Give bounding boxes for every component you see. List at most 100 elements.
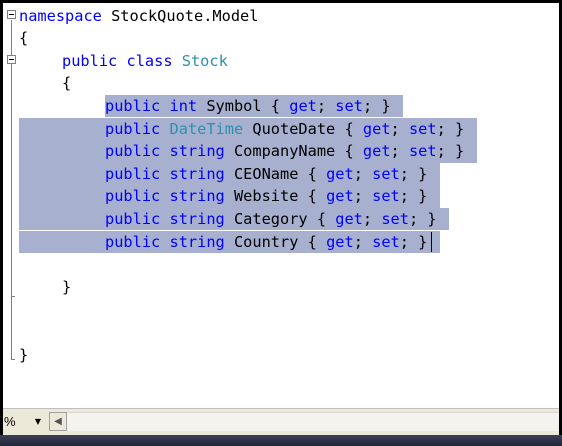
text-token: } [62, 277, 72, 296]
text-token: ; } [436, 119, 465, 138]
code-line[interactable] [3, 298, 559, 321]
keyword-token: public [105, 232, 161, 251]
keyword-token: public [62, 51, 118, 70]
code-line[interactable]: public string Country { get; set; } [3, 230, 559, 254]
keyword-token: public [105, 96, 161, 115]
keyword-token: namespace [19, 6, 102, 25]
collapse-class-icon[interactable] [7, 55, 16, 64]
scroll-left-icon[interactable]: ◀ [49, 412, 67, 431]
editor-bottom-bar: % ▼ ◀ [3, 408, 559, 435]
outline-guide-namespace [11, 20, 12, 359]
code-line[interactable]: public string CEOName { get; set; } [3, 162, 559, 186]
text-token: ; [353, 187, 373, 206]
keyword-token: string [169, 142, 225, 161]
code-text: public string CompanyName { get; set; } [105, 140, 464, 163]
horizontal-scrollbar[interactable] [67, 412, 559, 431]
code-line[interactable]: } [3, 344, 559, 367]
code-line[interactable]: namespace StockQuote.Model [3, 5, 559, 28]
text-token: ; [362, 209, 382, 228]
code-text: namespace StockQuote.Model [19, 5, 258, 28]
keyword-token: public [105, 209, 161, 228]
keyword-token: public [105, 119, 161, 138]
keyword-token: set [335, 96, 363, 115]
text-token: { [62, 74, 72, 93]
text-token: ; [390, 142, 409, 161]
code-text: { [62, 72, 71, 95]
text-token: ; } [362, 96, 391, 115]
keyword-token: get [326, 232, 354, 251]
code-text: public string Website { get; set; } [105, 185, 427, 208]
keyword-token: set [381, 209, 409, 228]
window-frame: namespace StockQuote.Model{public class … [0, 0, 562, 446]
text-token: ; } [408, 209, 437, 228]
chevron-down-icon[interactable]: ▼ [30, 415, 46, 429]
keyword-token: int [169, 96, 198, 115]
text-token: ; } [399, 164, 428, 183]
code-text: public string Category { get; set; } [105, 208, 437, 231]
type-token: DateTime [169, 119, 244, 138]
text-token: ; } [436, 142, 465, 161]
code-text: { [19, 27, 28, 50]
code-text: public class Stock [62, 50, 228, 73]
code-line[interactable]: public string CompanyName { get; set; } [3, 140, 559, 163]
keyword-token: set [372, 232, 400, 251]
keyword-token: string [169, 164, 225, 183]
code-line[interactable]: { [3, 27, 559, 50]
text-token: ; } [399, 187, 428, 206]
keyword-token: set [372, 187, 400, 206]
keyword-token: get [326, 164, 354, 183]
code-line[interactable] [3, 253, 559, 276]
text-token: } [19, 345, 29, 364]
keyword-token: public [105, 164, 161, 183]
text-token: ; [353, 164, 373, 183]
outline-end-namespace [11, 359, 15, 360]
keyword-token: class [126, 51, 173, 70]
code-text: } [19, 344, 28, 367]
text-token: ; } [399, 232, 428, 251]
text-token: ; [316, 96, 336, 115]
keyword-token: get [362, 142, 391, 161]
code-line[interactable]: { [3, 72, 559, 95]
keyword-token: string [169, 187, 225, 206]
text-token: ; [390, 119, 409, 138]
type-token: Stock [181, 51, 228, 70]
keyword-token: get [289, 96, 317, 115]
keyword-token: get [362, 119, 391, 138]
code-lines: namespace StockQuote.Model{public class … [3, 3, 559, 408]
code-text: public string CEOName { get; set; } [105, 163, 427, 186]
code-line[interactable]: public string Category { get; set; } [3, 207, 559, 231]
text-caret [430, 231, 432, 253]
collapse-namespace-icon[interactable] [7, 10, 16, 19]
zoom-level: % [4, 414, 16, 429]
code-text: public int Symbol { get; set; } [105, 95, 391, 118]
outline-end-class [11, 296, 15, 297]
text-token: QuoteDate { [243, 119, 363, 138]
text-token: StockQuote.Model [101, 6, 259, 25]
code-editor[interactable]: namespace StockQuote.Model{public class … [3, 3, 559, 408]
keyword-token: get [335, 209, 363, 228]
text-token: Website { [224, 187, 327, 206]
keyword-token: set [372, 164, 400, 183]
code-text: public string Country { get; set; } [105, 231, 427, 254]
text-token: CompanyName { [224, 142, 363, 161]
code-text: } [62, 276, 71, 299]
code-line[interactable] [3, 321, 559, 344]
text-token: Category { [224, 209, 336, 228]
text-token: Symbol { [197, 96, 290, 115]
text-token: ; [353, 232, 373, 251]
code-line[interactable]: public int Symbol { get; set; } [3, 94, 559, 118]
text-token: { [19, 29, 29, 48]
keyword-token: string [169, 232, 225, 251]
keyword-token: string [169, 209, 225, 228]
code-text: public DateTime QuoteDate { get; set; } [105, 118, 464, 141]
keyword-token: set [408, 119, 437, 138]
keyword-token: set [408, 142, 437, 161]
window-bottom-edge [0, 435, 562, 446]
code-line[interactable]: public DateTime QuoteDate { get; set; } [3, 117, 559, 141]
code-line[interactable]: } [3, 276, 559, 299]
keyword-token: public [105, 142, 161, 161]
code-line[interactable]: public string Website { get; set; } [3, 185, 559, 208]
text-token: CEOName { [224, 164, 327, 183]
code-line[interactable]: public class Stock [3, 50, 559, 73]
